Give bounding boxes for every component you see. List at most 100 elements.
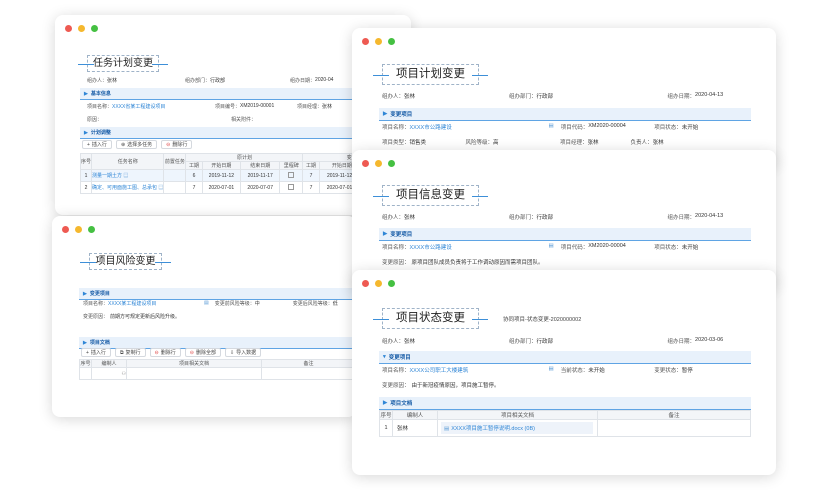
close-dot[interactable]	[362, 38, 369, 45]
column-header: 备注	[597, 410, 751, 420]
column-header: 工期	[302, 161, 320, 170]
triangle-icon: ▾	[383, 354, 386, 360]
label: 组办人：	[382, 94, 405, 100]
project-name-link[interactable]: XXXX某工程建设项目	[108, 300, 204, 307]
doc-icon[interactable]: ▤	[204, 300, 209, 307]
maximize-dot[interactable]	[91, 25, 98, 32]
section-title: 变更项目	[89, 291, 110, 297]
doc-cell[interactable]: ▤ XXXX项目施工暂停说明.docx (0B)	[437, 419, 598, 437]
section-title: 变更项目	[390, 112, 413, 118]
milestone-checkbox-cell[interactable]	[279, 181, 304, 194]
cell[interactable]	[163, 181, 187, 194]
doc-icon[interactable]: ▤	[549, 243, 554, 251]
maximize-dot[interactable]	[88, 226, 95, 233]
label: 变更原因：	[382, 260, 410, 266]
info-row: 变更原因： 前期方可规定更新后风险升级。	[83, 313, 180, 320]
doc-icon[interactable]: ▤	[549, 123, 554, 131]
label: 项目名称：	[87, 104, 113, 110]
minimize-dot[interactable]	[375, 38, 382, 45]
page-title: 项目状态变更	[373, 308, 488, 329]
close-dot[interactable]	[65, 25, 72, 32]
maximize-dot[interactable]	[388, 280, 395, 287]
note-cell[interactable]	[597, 419, 751, 437]
label: 变更原因：	[382, 383, 410, 389]
info-row: 项目类型： 销售类 风险等级：高 项目经理： 张林 负责人： 张林	[382, 138, 664, 146]
import-data-button[interactable]: ⇩ 导入数据	[224, 348, 262, 357]
maximize-dot[interactable]	[388, 160, 395, 167]
value: 由于新冠疫情原因，项目施工暂停。	[411, 383, 500, 389]
task-name-link[interactable]: 测量一期土方	[93, 173, 123, 179]
insert-row-button[interactable]: + 插入行	[81, 348, 111, 357]
milestone-checkbox-cell[interactable]	[279, 169, 304, 182]
checkbox[interactable]	[288, 172, 295, 179]
maximize-dot[interactable]	[388, 38, 395, 45]
label: 变更状态：	[654, 368, 682, 374]
person-icon[interactable]: ⚇	[122, 371, 126, 377]
person-cell[interactable]: 张林	[392, 419, 438, 437]
cell: 7	[185, 181, 203, 194]
delete-row-button[interactable]: ⊖ 删除行	[161, 140, 193, 149]
close-dot[interactable]	[62, 226, 69, 233]
value: 前期方可规定更新后风险升级。	[110, 314, 181, 320]
label: 项目状态：	[654, 125, 682, 131]
info-row: 变更原因： 原项目团队成员负责将于工作调动原因而需项目团队。	[382, 258, 544, 266]
section-change-item: ▶ 变更项目	[379, 228, 751, 241]
value: XM2019-00001	[240, 103, 275, 109]
delete-all-button[interactable]: ⊖ 删除全部	[184, 348, 221, 357]
date-value: 2019-11-12	[326, 172, 353, 179]
cell[interactable]	[163, 169, 187, 182]
column-header: 项目相关文档	[126, 359, 262, 368]
doc-icon: ▤	[158, 185, 164, 191]
button-label: 插入行	[91, 142, 107, 148]
person-cell[interactable]: ⚇	[91, 367, 127, 380]
label: 项目编号：	[215, 104, 241, 110]
close-dot[interactable]	[362, 280, 369, 287]
value: 低	[332, 301, 338, 307]
info-row: 组办人： 张林 组办部门： 行政部 组办日期： 2020-04-13	[382, 213, 723, 221]
toolbar: + 插入行 ⧉ 复制行 ⊖ 删除行 ⊖ 删除全部 ⇩ 导入数据	[81, 348, 265, 357]
project-name-link[interactable]: XXXX市公路建设	[410, 243, 549, 251]
project-name-link[interactable]: XXXX省某工程建设项目	[112, 103, 215, 110]
copy-row-button[interactable]: ⧉ 复制行	[114, 348, 146, 357]
cell[interactable]: 7	[302, 181, 320, 194]
table-row[interactable]: 1 张林 ▤ XXXX项目施工暂停说明.docx (0B)	[379, 419, 751, 437]
label: 组办部门：	[509, 339, 537, 345]
value: 未开始	[588, 368, 605, 374]
person-name: 张林	[397, 426, 409, 432]
minimize-dot[interactable]	[78, 25, 85, 32]
minimize-dot[interactable]	[375, 280, 382, 287]
checkbox[interactable]	[288, 184, 295, 191]
delete-icon: ⊖	[166, 141, 171, 148]
project-name-link[interactable]: XXXX市公路建设	[410, 123, 549, 131]
doc-icon[interactable]: ▤	[549, 366, 554, 374]
label: 组办日期：	[667, 215, 696, 221]
task-name-cell[interactable]: 测量一期土方 ▤	[91, 169, 165, 182]
doc-cell[interactable]	[126, 367, 262, 380]
minimize-dot[interactable]	[375, 160, 382, 167]
task-name-cell[interactable]: 确定、可用面施工图、总承包 ▤	[91, 181, 165, 194]
table-row[interactable]: ⚇	[79, 367, 356, 380]
minimize-dot[interactable]	[75, 226, 82, 233]
value: 行政部	[210, 78, 226, 84]
window-controls	[62, 226, 95, 233]
info-row: 项目名称： XXXX省某工程建设项目 项目编号： XM2019-00001 项目经理…	[87, 103, 332, 110]
cell[interactable]: 7	[302, 169, 320, 182]
delete-row-button[interactable]: ⊖ 删除行	[149, 348, 181, 357]
column-header: 工期	[185, 161, 203, 170]
insert-row-button[interactable]: + 插入行	[82, 140, 112, 149]
info-row: 项目名称： XXXX某工程建设项目 ▤ 变更前风险等级：中 变更后风险等级：低	[83, 300, 338, 307]
doc-icon: ▤	[123, 173, 129, 179]
label: 项目名称：	[382, 368, 410, 374]
column-header: 里程碑	[279, 161, 304, 170]
value: 2020-03-06	[695, 337, 724, 343]
note-cell[interactable]	[261, 367, 356, 380]
info-row: 组办人： 张林 组办部门： 行政部 组办日期： 2020-04	[87, 77, 333, 84]
select-tasks-button[interactable]: ⊕ 选择多任务	[115, 140, 158, 149]
doc-link[interactable]: XXXX项目施工暂停说明.docx (0B)	[451, 426, 535, 432]
project-name-link[interactable]: XXXX公司职工大楼建筑	[410, 366, 549, 374]
cell: 2020-07-07	[240, 181, 281, 194]
doc-chip[interactable]: ▤ XXXX项目施工暂停说明.docx (0B)	[441, 422, 593, 434]
close-dot[interactable]	[362, 160, 369, 167]
task-name-link[interactable]: 确定、可用面施工图、总承包	[93, 185, 158, 191]
triangle-icon: ▶	[383, 400, 388, 406]
